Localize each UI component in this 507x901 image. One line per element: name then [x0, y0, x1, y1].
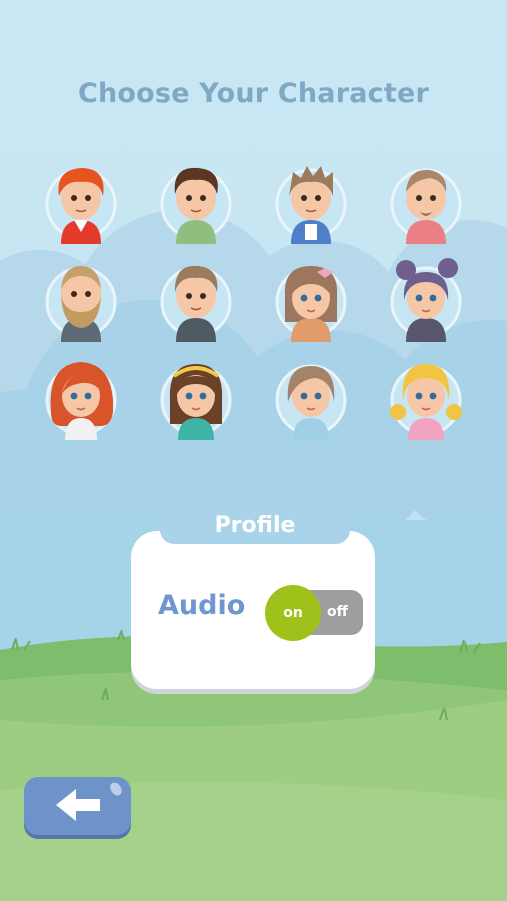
character-man-brown-hair[interactable]: [156, 256, 236, 342]
character-girl-blonde-pigtails[interactable]: [386, 354, 466, 440]
character-boy-brown-hair[interactable]: [156, 158, 236, 244]
character-man-beard[interactable]: [41, 256, 121, 342]
audio-toggle-off-label: off: [327, 604, 348, 620]
back-button[interactable]: [24, 777, 131, 835]
character-girl-purple-buns[interactable]: [386, 256, 466, 342]
character-man-goatee[interactable]: [386, 158, 466, 244]
game-screen: Choose Your Character Profile Audio off …: [0, 0, 507, 901]
character-girl-headband[interactable]: [156, 354, 236, 440]
arrow-left-icon: [56, 782, 122, 821]
character-woman-red-hair[interactable]: [41, 354, 121, 440]
audio-toggle-on-knob: on: [265, 585, 321, 641]
character-boy-spiky-hair[interactable]: [271, 158, 351, 244]
background-scenery: [0, 210, 507, 901]
character-boy-red-hair[interactable]: [41, 158, 121, 244]
page-title: Choose Your Character: [77, 78, 429, 109]
audio-label: Audio: [158, 590, 246, 621]
character-girl-short-hair[interactable]: [271, 354, 351, 440]
character-girl-bow[interactable]: [271, 256, 351, 342]
profile-tab: Profile: [160, 508, 350, 544]
audio-toggle[interactable]: off on: [265, 585, 363, 641]
